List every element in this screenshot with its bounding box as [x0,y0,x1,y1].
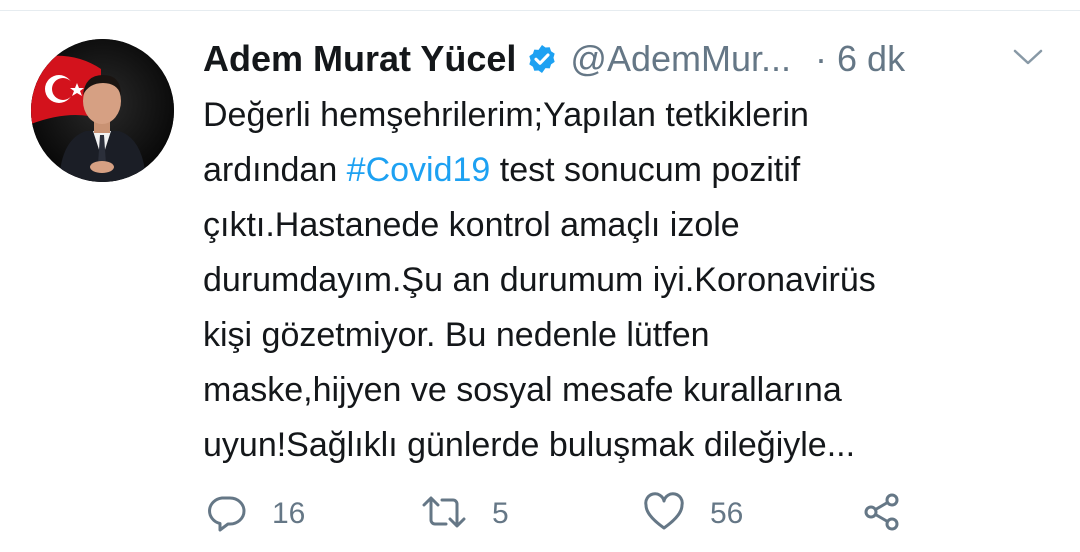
retweet-icon [420,490,468,539]
avatar[interactable] [31,39,174,182]
like-button[interactable]: 56 [642,486,743,542]
tweet-text-line: çıktı.Hastanede kontrol amaçlı izole [203,206,740,244]
tweet-text-line: maske,hijyen ve sosyal mesafe kuralların… [203,371,842,409]
verified-badge-icon [526,43,558,75]
author-handle[interactable]: @AdemMur... [570,38,791,80]
tweet-text-line: kişi gözetmiyor. Bu nedenle lütfen [203,316,710,354]
tweet-actions: 16 5 56 [200,486,1060,542]
reply-button[interactable]: 16 [204,486,305,542]
heart-icon [642,490,686,539]
retweet-count: 5 [492,497,509,530]
retweet-button[interactable]: 5 [420,486,509,542]
share-button[interactable] [860,486,904,542]
tweet-text-line: Değerli hemşehrilerim;Yapılan tetkikleri… [203,96,809,134]
tweet-text-line: uyun!Sağlıklı günlerde buluşmak dileğiyl… [203,426,856,464]
tweet-time: · 6 dk [815,38,906,79]
tweet-text: Değerli hemşehrilerim;Yapılan tetkikleri… [203,88,1043,473]
top-divider [0,0,1080,11]
reply-icon [204,490,248,539]
chevron-down-icon[interactable] [1010,42,1046,72]
tweet-header: Adem Murat Yücel @AdemMur... · 6 dk [203,34,1063,84]
hashtag-link[interactable]: #Covid19 [347,151,491,189]
like-count: 56 [710,497,744,530]
tweet-text-line: durumdayım.Şu an durumum iyi.Koronavirüs [203,261,876,299]
author-name[interactable]: Adem Murat Yücel [203,38,516,80]
reply-count: 16 [272,497,306,530]
tweet-screen: Adem Murat Yücel @AdemMur... · 6 dk Değe… [0,0,1080,552]
tweet-text-line: ardından #Covid19 test sonucum pozitif [203,151,801,189]
share-icon [860,490,904,539]
